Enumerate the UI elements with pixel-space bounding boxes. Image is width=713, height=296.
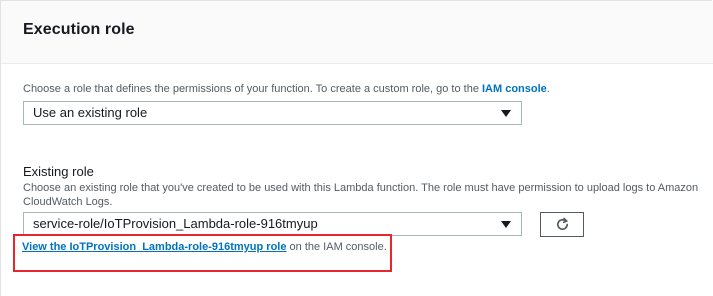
iam-console-link[interactable]: IAM console — [482, 83, 547, 95]
execution-role-panel: Execution role Choose a role that define… — [0, 0, 713, 296]
role-choice-description-text: Choose a role that defines the permissio… — [23, 83, 482, 95]
caret-down-icon — [501, 221, 511, 228]
panel-title: Execution role — [23, 21, 135, 38]
highlight-annotation-box — [13, 234, 392, 272]
panel-header: Execution role — [1, 1, 713, 64]
refresh-icon — [557, 217, 569, 230]
refresh-roles-button[interactable] — [540, 212, 584, 237]
role-choice-description: Choose a role that defines the permissio… — [23, 82, 703, 96]
existing-role-label: Existing role — [23, 164, 94, 179]
caret-down-icon — [501, 110, 511, 117]
existing-role-description: Choose an existing role that you've crea… — [23, 182, 699, 208]
role-choice-selected-value: Use an existing role — [33, 105, 148, 120]
existing-role-selected-value: service-role/IoTProvision_Lambda-role-91… — [33, 216, 318, 231]
role-choice-description-end: . — [546, 83, 550, 95]
role-choice-select[interactable]: Use an existing role — [23, 101, 522, 125]
existing-role-select[interactable]: service-role/IoTProvision_Lambda-role-91… — [23, 212, 522, 236]
